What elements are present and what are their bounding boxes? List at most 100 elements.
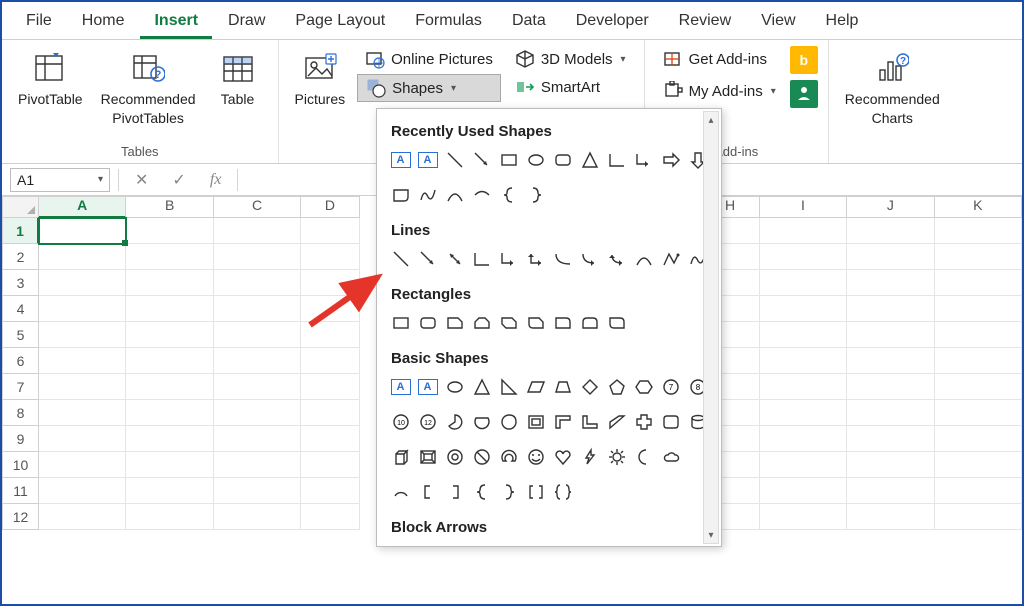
cell[interactable] [760,400,847,426]
shape-textbox-vertical[interactable]: A [414,146,441,173]
cell[interactable] [847,348,934,374]
shape-rect[interactable] [387,309,414,336]
shape-heptagon[interactable]: 7 [657,373,684,400]
shape-freeform-tool[interactable] [657,245,684,272]
cell[interactable] [847,374,934,400]
shape-sun[interactable] [603,443,630,470]
cell[interactable] [39,452,126,478]
shape-left-brace[interactable] [495,181,522,208]
tab-help[interactable]: Help [812,4,873,39]
row-header[interactable]: 7 [2,374,39,400]
shape-triangle[interactable] [468,373,495,400]
cell[interactable] [760,374,847,400]
shape-curved-connector[interactable] [549,245,576,272]
scroll-up-icon[interactable]: ▴ [704,112,718,128]
people-graph-button[interactable] [790,80,818,108]
shape-snip1[interactable] [441,309,468,336]
col-header[interactable]: A [39,196,126,218]
shape-trapezoid[interactable] [549,373,576,400]
col-header[interactable]: C [214,196,301,218]
cell[interactable] [126,478,213,504]
cell[interactable] [301,244,359,270]
cell[interactable] [214,478,301,504]
cell[interactable] [935,296,1022,322]
cell[interactable] [760,322,847,348]
shape-scribble[interactable] [414,181,441,208]
shape-diamond[interactable] [576,373,603,400]
tab-draw[interactable]: Draw [214,4,279,39]
cell[interactable] [39,322,126,348]
cell[interactable] [126,322,213,348]
cell[interactable] [760,348,847,374]
cell[interactable] [847,270,934,296]
col-header[interactable]: K [935,196,1022,218]
shape-curve[interactable] [441,181,468,208]
tab-insert[interactable]: Insert [140,4,212,39]
shape-half-frame[interactable] [549,408,576,435]
cell[interactable] [39,244,126,270]
cell[interactable] [126,452,213,478]
tab-page-layout[interactable]: Page Layout [281,4,399,39]
insert-function-button[interactable]: fx [202,171,230,189]
row-header[interactable]: 12 [2,504,39,530]
cell[interactable] [214,348,301,374]
shape-right-arrow[interactable] [657,146,684,173]
cell[interactable] [39,400,126,426]
shape-curve-tool[interactable] [630,245,657,272]
cell[interactable] [935,426,1022,452]
shape-hexagon[interactable] [630,373,657,400]
shape-oval[interactable] [522,146,549,173]
cell[interactable] [847,452,934,478]
cell[interactable] [847,244,934,270]
cell[interactable] [935,348,1022,374]
cell[interactable] [126,348,213,374]
shape-elbow-double[interactable] [522,245,549,272]
shape-bevel[interactable] [414,443,441,470]
shape-cloud[interactable] [657,443,684,470]
cell[interactable] [126,218,213,244]
shape-block-arc[interactable] [495,443,522,470]
select-all-corner[interactable] [2,196,39,218]
cell[interactable] [847,296,934,322]
cell[interactable] [935,504,1022,530]
shape-cross[interactable] [630,408,657,435]
cell[interactable] [214,322,301,348]
cell[interactable] [847,478,934,504]
cell[interactable] [39,270,126,296]
cell[interactable] [39,296,126,322]
shape-plaque[interactable] [657,408,684,435]
col-header[interactable]: B [126,196,213,218]
tab-home[interactable]: Home [68,4,139,39]
shape-textbox-v[interactable]: A [414,373,441,400]
cell[interactable] [760,452,847,478]
tab-formulas[interactable]: Formulas [401,4,496,39]
shape-rounded-rect[interactable] [549,146,576,173]
shape-line-arrow[interactable] [414,245,441,272]
cell[interactable] [214,504,301,530]
cell[interactable] [760,244,847,270]
tab-file[interactable]: File [12,4,66,39]
cell[interactable] [935,374,1022,400]
shape-lbrace[interactable] [468,478,495,505]
shape-textbox[interactable]: A [387,146,414,173]
shape-curved-arrow[interactable] [576,245,603,272]
shape-snip-diag[interactable] [495,309,522,336]
shape-moon[interactable] [630,443,657,470]
cell[interactable] [760,218,847,244]
shape-no[interactable] [468,443,495,470]
shape-pentagon[interactable] [603,373,630,400]
tab-developer[interactable]: Developer [562,4,663,39]
shape-donut[interactable] [441,443,468,470]
cell[interactable] [214,244,301,270]
cell[interactable] [935,478,1022,504]
row-header[interactable]: 9 [2,426,39,452]
3d-models-button[interactable]: 3D Models ▾ [507,46,634,72]
shape-elbow-arrow[interactable] [630,146,657,173]
shape-line-double-arrow[interactable] [441,245,468,272]
shape-lbracket[interactable] [414,478,441,505]
shape-l[interactable] [576,408,603,435]
tab-data[interactable]: Data [498,4,560,39]
shape-diag-stripe[interactable] [603,408,630,435]
shape-dblbracket[interactable] [522,478,549,505]
shape-frame[interactable] [522,408,549,435]
